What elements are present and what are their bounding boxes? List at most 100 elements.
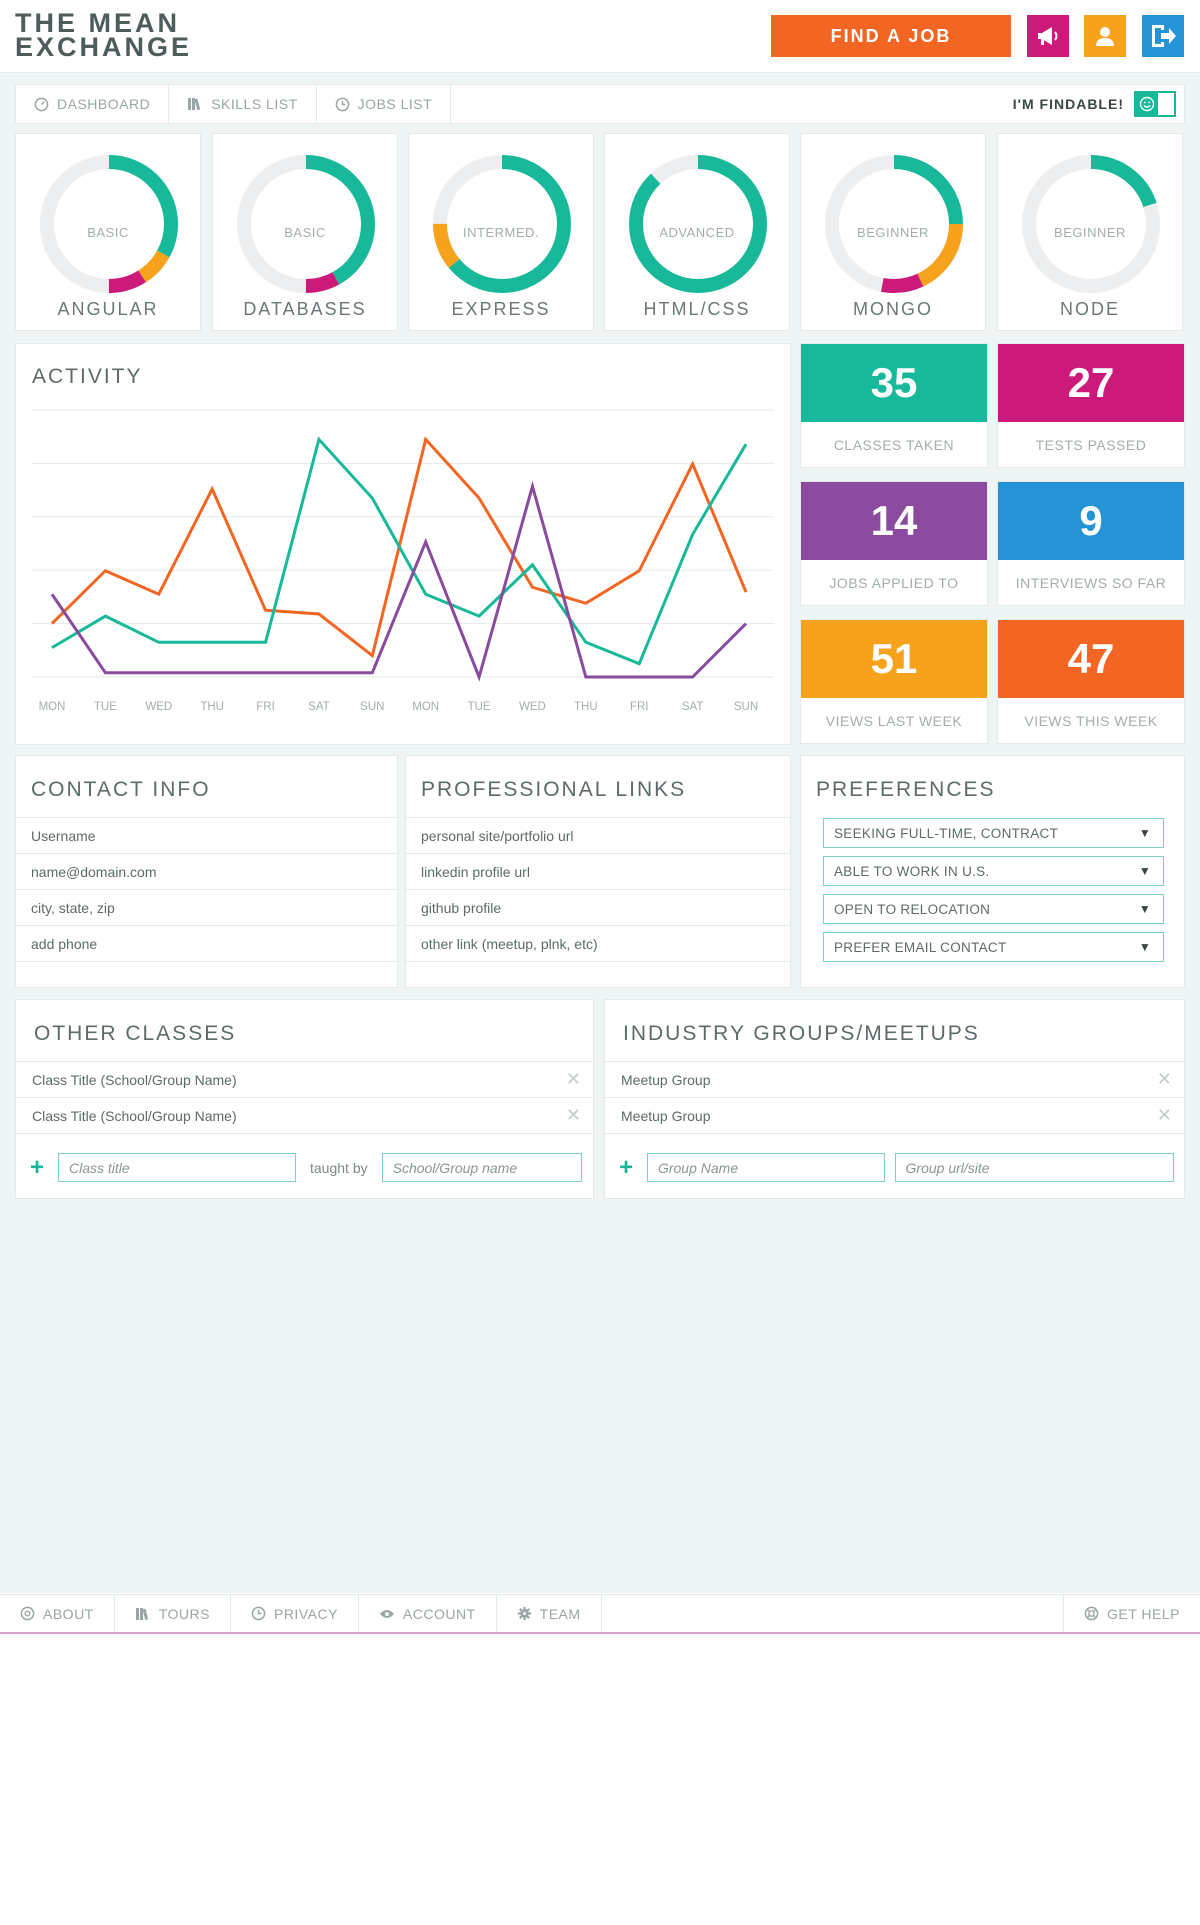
stat-label: TESTS PASSED <box>1035 436 1147 453</box>
nav-skills-list[interactable]: SKILLS LIST <box>169 85 317 123</box>
activity-card: MON TUE WED THU FRI SAT SUN MON TUE WED THU FRI SAT S… <box>15 343 791 745</box>
footer-get-help-link[interactable]: GET HELP <box>1063 1595 1200 1632</box>
group-name-text: Meetup Group <box>621 1107 711 1124</box>
stat-tile[interactable]: 35 CLASSES TAKEN <box>800 343 988 468</box>
books-icon <box>135 1607 148 1620</box>
dropdown-arrow-icon: ▼ <box>1138 940 1151 954</box>
x-tick-label: THU <box>200 701 224 713</box>
nav-dashboard[interactable]: DASHBOARD <box>16 85 170 123</box>
nav-skills-list-label: SKILLS LIST <box>211 96 298 112</box>
skill-name-label: EXPRESS <box>451 299 551 319</box>
stat-tile[interactable]: 27 TESTS PASSED <box>997 343 1185 468</box>
stat-label: JOBS APPLIED TO <box>829 574 959 591</box>
skill-card[interactable]: BEGINNER MONGO <box>800 133 986 331</box>
footer-tours-link[interactable]: TOURS <box>115 1595 231 1632</box>
profile-button[interactable] <box>1084 15 1126 57</box>
find-a-job-button[interactable]: FIND A JOB <box>771 15 1011 57</box>
skill-card[interactable]: BASIC DATABASES <box>212 133 398 331</box>
x-tick-label: SUN <box>734 701 758 713</box>
smiley-icon <box>1139 96 1155 112</box>
preferences-card: PREFERENCES SEEKING FULL-TIME, CONTRACT … <box>800 755 1185 988</box>
nav-dashboard-label: DASHBOARD <box>57 96 151 112</box>
remove-icon[interactable]: ✕ <box>1157 1105 1172 1126</box>
professional-links-list: personal site/portfolio url linkedin pro… <box>406 817 790 962</box>
skill-level-label: BEGINNER <box>857 225 929 240</box>
add-class-row: + taught by <box>16 1153 593 1182</box>
x-tick-label: THU <box>574 701 598 713</box>
findable-label: I'M FINDABLE! <box>1012 96 1124 112</box>
skill-card[interactable]: INTERMED. EXPRESS <box>408 133 594 331</box>
contact-method-value: PREFER EMAIL CONTACT <box>834 939 1007 955</box>
list-item: Meetup Group ✕ <box>605 1098 1184 1134</box>
add-icon[interactable]: + <box>619 1154 637 1182</box>
work-authorization-select[interactable]: ABLE TO WORK IN U.S. ▼ <box>823 856 1164 886</box>
contact-method-select[interactable]: PREFER EMAIL CONTACT ▼ <box>823 932 1164 962</box>
logo[interactable]: THE MEAN EXCHANGE <box>15 10 192 61</box>
list-item: Class Title (School/Group Name) ✕ <box>16 1062 593 1098</box>
other-classes-title: OTHER CLASSES <box>34 1022 237 1045</box>
stat-value: 47 <box>998 620 1184 698</box>
relocation-select[interactable]: OPEN TO RELOCATION ▼ <box>823 894 1164 924</box>
x-tick-label: FRI <box>630 701 649 713</box>
stat-tile[interactable]: 47 VIEWS THIS WEEK <box>997 619 1185 744</box>
sign-out-icon <box>1152 25 1176 47</box>
contact-phone-field[interactable]: add phone <box>16 926 397 962</box>
employment-type-select[interactable]: SEEKING FULL-TIME, CONTRACT ▼ <box>823 818 1164 848</box>
announcements-button[interactable] <box>1027 15 1069 57</box>
skill-donut <box>237 155 375 293</box>
footer-tours-label: TOURS <box>158 1605 210 1622</box>
skill-name-label: MONGO <box>853 299 933 319</box>
skill-card[interactable]: BASIC ANGULAR <box>15 133 201 331</box>
gear-icon <box>517 1606 531 1621</box>
stat-value: 35 <box>801 344 987 422</box>
footer-privacy-link[interactable]: PRIVACY <box>231 1595 359 1632</box>
footer: ABOUT TOURS PRIVACY ACCOUNT TEAM GET HEL… <box>0 1594 1200 1634</box>
list-item: Class Title (School/Group Name) ✕ <box>16 1098 593 1134</box>
skill-card[interactable]: BEGINNER NODE <box>997 133 1183 331</box>
footer-about-link[interactable]: ABOUT <box>0 1595 115 1632</box>
list-item: Meetup Group ✕ <box>605 1062 1184 1098</box>
portfolio-url-field[interactable]: personal site/portfolio url <box>406 818 790 854</box>
linkedin-url-field[interactable]: linkedin profile url <box>406 854 790 890</box>
professional-links-title: PROFESSIONAL LINKS <box>421 778 687 801</box>
group-url-input[interactable] <box>894 1153 1174 1182</box>
contact-email-field[interactable]: name@domain.com <box>16 854 397 890</box>
contact-location-field[interactable]: city, state, zip <box>16 890 397 926</box>
skill-name-label: DATABASES <box>243 299 367 319</box>
eye-icon <box>379 1609 394 1618</box>
logout-button[interactable] <box>1142 15 1184 57</box>
skill-level-label: BEGINNER <box>1054 225 1126 240</box>
x-tick-label: SAT <box>682 701 704 713</box>
stat-tile[interactable]: 9 INTERVIEWS SO FAR <box>997 481 1185 606</box>
other-link-field[interactable]: other link (meetup, plnk, etc) <box>406 926 790 962</box>
findable-toggle[interactable] <box>1134 91 1176 117</box>
stat-label: CLASSES TAKEN <box>833 436 955 453</box>
add-icon[interactable]: + <box>30 1154 48 1182</box>
skill-card[interactable]: ADVANCED HTML/CSS <box>604 133 790 331</box>
footer-account-link[interactable]: ACCOUNT <box>359 1595 497 1632</box>
findable-control: I'M FINDABLE! <box>1013 91 1176 117</box>
school-name-input[interactable] <box>381 1153 582 1182</box>
remove-icon[interactable]: ✕ <box>566 1069 581 1090</box>
dropdown-arrow-icon: ▼ <box>1138 902 1151 916</box>
stat-value: 27 <box>998 344 1184 422</box>
dashboard-icon <box>34 97 49 111</box>
activity-title: ACTIVITY <box>32 365 143 388</box>
stat-tile[interactable]: 14 JOBS APPLIED TO <box>800 481 988 606</box>
footer-team-link[interactable]: TEAM <box>497 1595 602 1632</box>
skill-level-label: INTERMED. <box>463 225 539 240</box>
footer-about-label: ABOUT <box>43 1605 94 1622</box>
stat-tile[interactable]: 51 VIEWS LAST WEEK <box>800 619 988 744</box>
github-url-field[interactable]: github profile <box>406 890 790 926</box>
help-icon <box>20 1606 35 1621</box>
relocation-value: OPEN TO RELOCATION <box>834 901 991 917</box>
class-title-input[interactable] <box>58 1153 296 1182</box>
group-name-input[interactable] <box>646 1153 885 1182</box>
skill-name-label: HTML/CSS <box>643 299 751 319</box>
x-tick-label: WED <box>145 701 172 713</box>
nav-jobs-list[interactable]: JOBS LIST <box>317 85 452 123</box>
remove-icon[interactable]: ✕ <box>1157 1069 1172 1090</box>
skill-level-label: ADVANCED <box>659 225 735 240</box>
contact-username-field[interactable]: Username <box>16 818 397 854</box>
remove-icon[interactable]: ✕ <box>566 1105 581 1126</box>
